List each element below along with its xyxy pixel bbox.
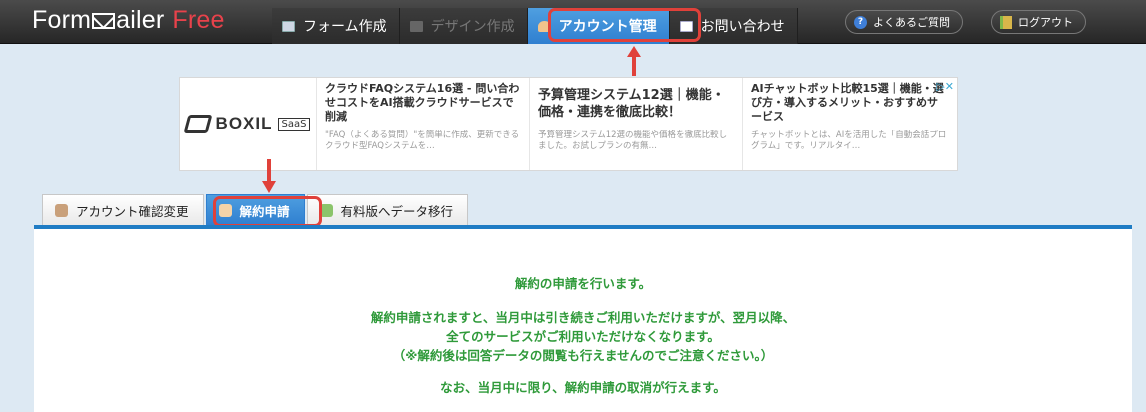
adchoices-close-icon[interactable]: ▷✕ xyxy=(936,80,954,93)
app-logo[interactable]: Form ailer Free xyxy=(32,5,225,35)
saas-badge: SaaS xyxy=(277,117,311,131)
logout-label: ログアウト xyxy=(1018,16,1073,29)
ad-item-desc: "FAQ（よくある質問）"を簡単に作成、更新できるクラウド型FAQシステムを… xyxy=(325,130,520,151)
faq-label: よくあるご質問 xyxy=(873,16,950,29)
subtab-account-settings[interactable]: アカウント確認変更 xyxy=(42,194,204,225)
notice-line: 解約申請されますと、当月中は引き続きご利用いただけますが、翌月以降、 xyxy=(370,310,796,325)
subtab-label: 有料版へデータ移行 xyxy=(340,203,454,219)
ad-banner[interactable]: BOXIL SaaS クラウドFAQシステム16選 - 問い合わせコストをAI搭… xyxy=(179,77,958,171)
form-icon xyxy=(282,20,295,32)
design-icon xyxy=(409,20,423,32)
ad-item[interactable]: AIチャットボット比較15選｜機能・選び方・導入するメリット・おすすめサービス … xyxy=(743,78,956,170)
boxil-logo[interactable]: BOXIL SaaS xyxy=(180,78,317,170)
nav-tab-label: デザイン作成 xyxy=(430,19,515,35)
faq-button[interactable]: ? よくあるご質問 xyxy=(845,10,963,34)
cancellation-heading: 解約の申請を行います。 xyxy=(514,276,652,291)
logout-button[interactable]: ログアウト xyxy=(991,10,1086,34)
cancellation-notice: 解約申請されますと、当月中は引き続きご利用いただけますが、翌月以降、 全てのサー… xyxy=(34,308,1132,365)
ad-item-title: 予算管理システム12選｜機能・価格・連携を徹底比較！ xyxy=(538,88,725,120)
notice-line: 全てのサービスがご利用いただけなくなります。 xyxy=(446,329,720,344)
highlight-box-cancellation-tab xyxy=(213,196,322,227)
cancellation-revoke-note: なお、当月中に限り、解約申請の取消が行えます。 xyxy=(440,380,726,395)
subtab-label: アカウント確認変更 xyxy=(76,203,189,219)
content-panel: 解約の申請を行います。 解約申請されますと、当月中は引き続きご利用いただけますが… xyxy=(34,225,1132,412)
ad-item[interactable]: 予算管理システム12選｜機能・価格・連携を徹底比較！ 予算管理システム12選の機… xyxy=(530,78,743,170)
ad-item[interactable]: クラウドFAQシステム16選 - 問い合わせコストをAI搭載クラウドサービスで削… xyxy=(317,78,530,170)
logo-text-form: Form xyxy=(32,6,92,34)
ad-item-title: AIチャットボット比較15選｜機能・選び方・導入するメリット・おすすめサービス xyxy=(751,82,944,123)
logout-door-icon xyxy=(1000,15,1012,29)
question-icon: ? xyxy=(854,15,867,29)
ad-item-title: クラウドFAQシステム16選 - 問い合わせコストをAI搭載クラウドサービスで削… xyxy=(325,82,520,123)
nav-tab-design-create[interactable]: デザイン作成 xyxy=(399,8,528,44)
logo-text-free: Free xyxy=(172,6,225,34)
ad-item-desc: チャットボットとは、AIを活用した「自動会話プログラム」です。リアルタイ… xyxy=(751,130,947,151)
notice-line: （※解約後は回答データの閲覧も行えませんのでご注意ください。） xyxy=(392,348,774,363)
envelope-logo-icon xyxy=(92,13,116,29)
boxil-mark-icon xyxy=(183,115,212,133)
boxil-wordmark: BOXIL xyxy=(215,114,273,133)
ad-item-desc: 予算管理システム12選の機能や価格を徹底比較しました。お試しプランの有無… xyxy=(538,130,728,151)
main-nav: フォーム作成 デザイン作成 アカウント管理 お問い合わせ xyxy=(272,8,798,44)
subtab-migrate-to-paid[interactable]: 有料版へデータ移行 xyxy=(306,194,469,225)
user-edit-icon xyxy=(55,203,68,217)
nav-tab-form-create[interactable]: フォーム作成 xyxy=(272,8,400,44)
red-arrow-up-icon xyxy=(627,46,641,76)
nav-tab-label: お問い合わせ xyxy=(700,19,785,35)
highlight-box-account-tab xyxy=(548,8,701,42)
logo-text-mailer: ailer xyxy=(116,6,165,34)
red-arrow-down-icon xyxy=(262,159,276,193)
nav-tab-label: フォーム作成 xyxy=(303,19,387,35)
